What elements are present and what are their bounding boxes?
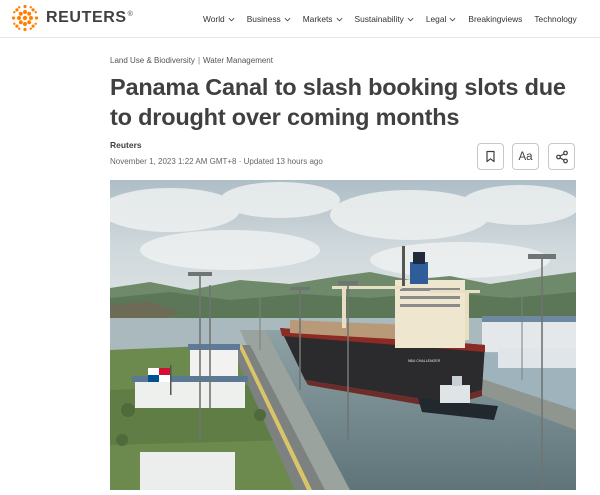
nav-item-business[interactable]: Business — [247, 14, 291, 24]
article-lead-image[interactable]: NBU CHALLENGER — [110, 180, 576, 490]
nav-item-sustainability[interactable]: Sustainability — [355, 14, 414, 24]
chevron-down-icon — [284, 17, 291, 21]
reuters-dot-logo-icon — [11, 4, 39, 32]
chevron-down-icon — [449, 17, 456, 21]
share-icon — [555, 150, 568, 163]
chevron-down-icon — [228, 17, 235, 21]
text-size-label: Aa — [518, 150, 533, 163]
chevron-down-icon — [336, 17, 342, 21]
nav-item-label: Technology — [534, 14, 577, 24]
article-timestamp: November 1, 2023 1:22 AM GMT+8 · Updated… — [110, 157, 323, 166]
chevron-down-icon — [407, 17, 414, 21]
article-categories: Land Use & Biodiversity | Water Management — [110, 56, 273, 65]
nav-item-label: Legal — [425, 14, 447, 24]
nav-item-label: Markets — [302, 14, 333, 24]
trademark-symbol: ® — [127, 11, 134, 18]
nav-item-markets[interactable]: Markets — [303, 14, 343, 24]
bookmark-button[interactable] — [477, 143, 504, 170]
reuters-logo[interactable]: REUTERS® — [10, 4, 133, 32]
ship-name: NBU CHALLENGER — [408, 359, 441, 363]
nav-item-world[interactable]: World — [203, 14, 235, 24]
article-headline: Panama Canal to slash booking slots due … — [110, 74, 566, 130]
category-link-water-management[interactable]: Water Management — [203, 56, 273, 65]
nav-item-breakingviews[interactable]: Breakingviews — [468, 14, 522, 24]
nav-item-label: World — [203, 14, 225, 24]
text-size-button[interactable]: Aa — [512, 143, 539, 170]
brand-wordmark: REUTERS® — [46, 9, 133, 27]
nav-item-label: Breakingviews — [468, 14, 523, 24]
nav-item-label: Sustainability — [354, 14, 404, 24]
nav-item-legal[interactable]: Legal — [426, 14, 457, 24]
category-link-land-use[interactable]: Land Use & Biodiversity — [110, 56, 195, 65]
bookmark-icon — [486, 150, 495, 163]
article-byline[interactable]: Reuters — [110, 140, 142, 150]
site-header: REUTERS® World Business Markets Sustaina… — [0, 0, 600, 38]
nav-item-technology[interactable]: Technology — [534, 14, 576, 24]
panama-canal-photo: NBU CHALLENGER — [110, 180, 576, 490]
brand-name: REUTERS — [46, 9, 127, 26]
share-button[interactable] — [548, 143, 575, 170]
nav-item-label: Business — [246, 14, 281, 24]
main-nav: World Business Markets Sustainability Le… — [203, 0, 577, 38]
category-separator: | — [197, 56, 201, 65]
